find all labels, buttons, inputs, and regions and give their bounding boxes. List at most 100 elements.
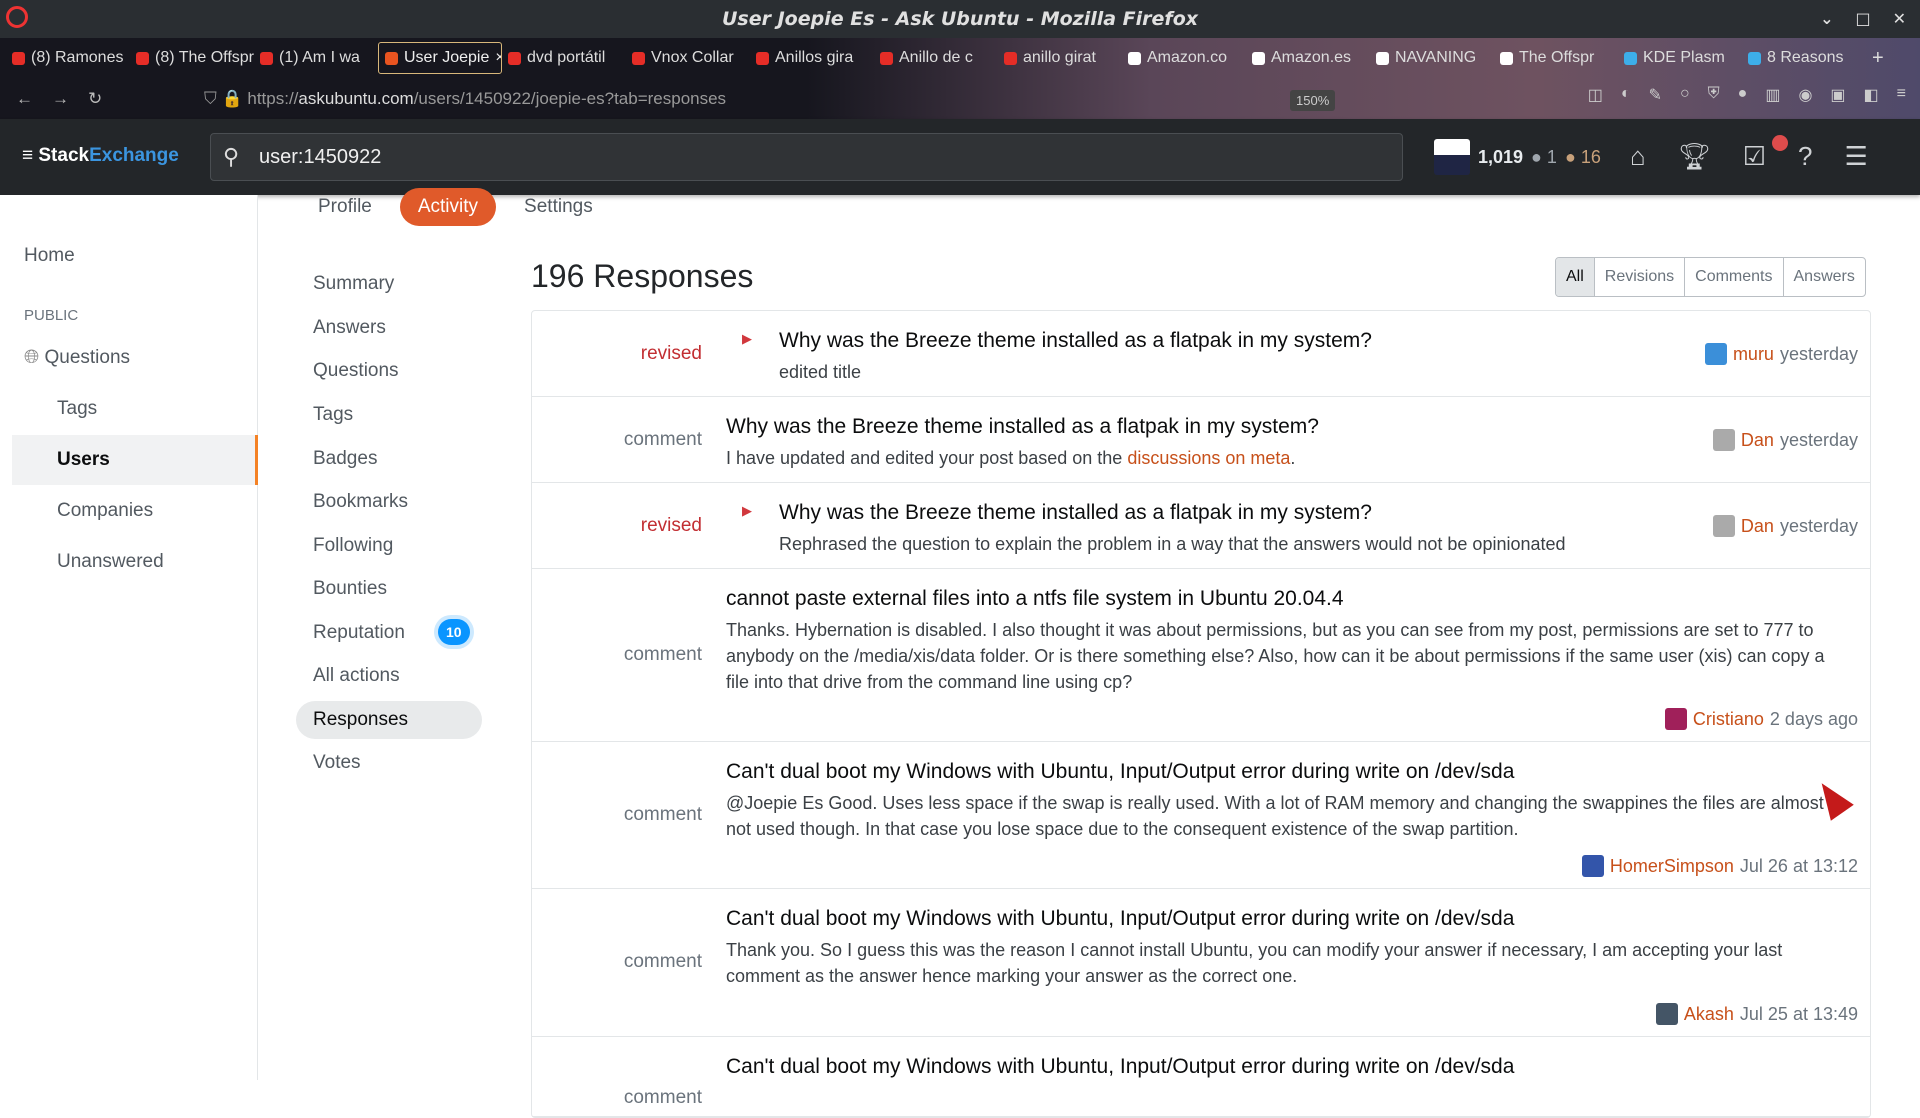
url-bar[interactable]: ⛉ 🔒 https://askubuntu.com/users/1450922/… <box>204 89 726 109</box>
extension-icon[interactable]: ○ <box>1680 85 1690 105</box>
browser-tab[interactable]: dvd portátil <box>502 42 626 74</box>
nav-questions[interactable]: 🌐︎ Questions <box>24 347 130 369</box>
inbox-icon[interactable]: ⌂ <box>1630 141 1646 172</box>
browser-tab[interactable]: anillo girat <box>998 42 1122 74</box>
browser-tab[interactable]: 8 Reasons <box>1742 42 1866 74</box>
search-input[interactable]: ⚲ user:1450922 <box>210 133 1403 181</box>
user-avatar[interactable] <box>1655 1003 1678 1025</box>
submenu-answers[interactable]: Answers <box>296 309 482 347</box>
user-link[interactable]: Cristiano <box>1693 709 1764 730</box>
response-title-link[interactable]: Can't dual boot my Windows with Ubuntu, … <box>726 1055 1514 1079</box>
tab-label: Anillos gira <box>775 49 854 66</box>
expand-arrow-icon[interactable]: ▶ <box>742 503 752 519</box>
browser-tab[interactable]: Vnox Collar <box>626 42 750 74</box>
site-switcher-icon[interactable]: ☰ <box>1845 141 1868 172</box>
tab-label: Anillo de c <box>899 49 973 66</box>
browser-tab[interactable]: Anillos gira <box>750 42 874 74</box>
response-title-link[interactable]: Can't dual boot my Windows with Ubuntu, … <box>726 760 1514 784</box>
user-avatar[interactable] <box>1704 343 1727 365</box>
extension-icon[interactable]: ● <box>1738 85 1748 105</box>
user-card[interactable]: 1,019 ● 1 ● 16 <box>1434 139 1601 175</box>
user-link[interactable]: Akash <box>1684 1004 1734 1025</box>
user-link[interactable]: Dan <box>1741 430 1774 451</box>
browser-tab[interactable]: (8) The Offspring <box>130 42 254 74</box>
filter-revisions[interactable]: Revisions <box>1593 258 1684 296</box>
profile-tabs: Profile Activity Settings <box>300 188 611 226</box>
new-tab-icon[interactable]: + <box>1872 47 1884 70</box>
avatar[interactable] <box>1434 139 1470 175</box>
tab-activity[interactable]: Activity <box>399 188 497 226</box>
maximize-icon[interactable]: □ <box>1855 0 1870 38</box>
browser-tab[interactable]: The Offspr <box>1494 42 1618 74</box>
submenu-questions[interactable]: Questions <box>296 352 482 390</box>
browser-tab[interactable]: Amazon.co <box>1122 42 1246 74</box>
nav-home[interactable]: Home <box>24 245 75 267</box>
response-title-link[interactable]: Why was the Breeze theme installed as a … <box>779 329 1372 353</box>
minimize-icon[interactable]: ⌄ <box>1820 0 1833 38</box>
close-window-icon[interactable]: ✕ <box>1893 0 1906 38</box>
tab-settings[interactable]: Settings <box>506 188 611 226</box>
browser-tab[interactable]: (8) Ramones <box>6 42 130 74</box>
filter-answers[interactable]: Answers <box>1782 258 1865 296</box>
user-avatar[interactable] <box>1712 429 1735 451</box>
extension-icon[interactable]: ◉ <box>1798 85 1812 105</box>
nav-unanswered[interactable]: Unanswered <box>57 551 164 573</box>
submenu-tags[interactable]: Tags <box>296 396 482 434</box>
submenu-reputation[interactable]: Reputation 10 <box>296 614 482 652</box>
response-meta: muru yesterday <box>1704 343 1858 365</box>
translate-icon[interactable]: ◧ <box>1864 85 1879 105</box>
browser-tab[interactable]: NAVANING <box>1370 42 1494 74</box>
response-title-link[interactable]: Why was the Breeze theme installed as a … <box>779 501 1372 525</box>
menu-icon[interactable]: ≡ <box>1897 85 1906 105</box>
extension-icon[interactable]: ▥ <box>1765 85 1780 105</box>
reload-icon[interactable]: ↻ <box>88 89 124 109</box>
filter-comments[interactable]: Comments <box>1684 258 1782 296</box>
filter-all[interactable]: All <box>1556 258 1594 296</box>
nav-tags[interactable]: Tags <box>57 398 97 420</box>
window-titlebar: User Joepie Es - Ask Ubuntu - Mozilla Fi… <box>0 0 1920 38</box>
submenu-responses[interactable]: Responses <box>296 701 482 739</box>
expand-arrow-icon[interactable]: ▶ <box>742 331 752 347</box>
user-link[interactable]: muru <box>1733 344 1774 365</box>
ublock-icon[interactable]: ⛨ <box>1708 85 1720 105</box>
help-icon[interactable]: ? <box>1798 141 1812 172</box>
browser-tab[interactable]: Anillo de c <box>874 42 998 74</box>
pocket-icon[interactable]: ◫ <box>1588 85 1603 105</box>
user-avatar[interactable] <box>1712 515 1735 537</box>
submenu-votes[interactable]: Votes <box>296 744 482 782</box>
user-avatar[interactable] <box>1664 708 1687 730</box>
browser-tab[interactable]: (1) Am I wa <box>254 42 378 74</box>
response-title-link[interactable]: Can't dual boot my Windows with Ubuntu, … <box>726 907 1514 931</box>
user-link[interactable]: HomerSimpson <box>1610 856 1734 877</box>
response-type: comment <box>623 644 702 665</box>
submenu-bookmarks[interactable]: Bookmarks <box>296 483 482 521</box>
extension-icon[interactable]: ◐ <box>1621 85 1631 105</box>
search-icon: ⚲ <box>223 144 240 169</box>
back-icon[interactable]: ← <box>16 89 52 109</box>
forward-icon[interactable]: → <box>52 89 88 109</box>
aliexpress-favicon-icon <box>880 51 893 65</box>
meta-link[interactable]: discussions on meta <box>1127 448 1290 468</box>
response-title-link[interactable]: cannot paste external files into a ntfs … <box>726 587 1344 611</box>
browser-tab[interactable]: Amazon.es <box>1246 42 1370 74</box>
review-queue-icon[interactable]: ☑ <box>1743 141 1766 172</box>
nav-users[interactable]: Users <box>12 435 258 485</box>
response-title-link[interactable]: Why was the Breeze theme installed as a … <box>726 415 1319 439</box>
nav-companies[interactable]: Companies <box>57 500 153 522</box>
submenu-following[interactable]: Following <box>296 527 482 565</box>
user-link[interactable]: Dan <box>1741 516 1774 537</box>
zoom-level[interactable]: 150% <box>1290 90 1336 111</box>
achievements-icon[interactable]: 🏆︎ <box>1678 141 1711 172</box>
extension-icon[interactable]: ✎ <box>1649 85 1662 105</box>
submenu-badges[interactable]: Badges <box>296 440 482 478</box>
close-tab-icon[interactable]: × <box>495 49 501 67</box>
user-avatar[interactable] <box>1581 855 1604 877</box>
browser-tab[interactable]: User Joepie × <box>378 42 502 74</box>
stackexchange-logo[interactable]: ≡ StackExchange <box>22 145 179 167</box>
submenu-all-actions[interactable]: All actions <box>296 657 482 695</box>
browser-tab[interactable]: KDE Plasm <box>1618 42 1742 74</box>
submenu-summary[interactable]: Summary <box>296 265 482 303</box>
tab-profile[interactable]: Profile <box>300 188 390 226</box>
submenu-bounties[interactable]: Bounties <box>296 570 482 608</box>
extension-icon[interactable]: ▣ <box>1830 85 1845 105</box>
